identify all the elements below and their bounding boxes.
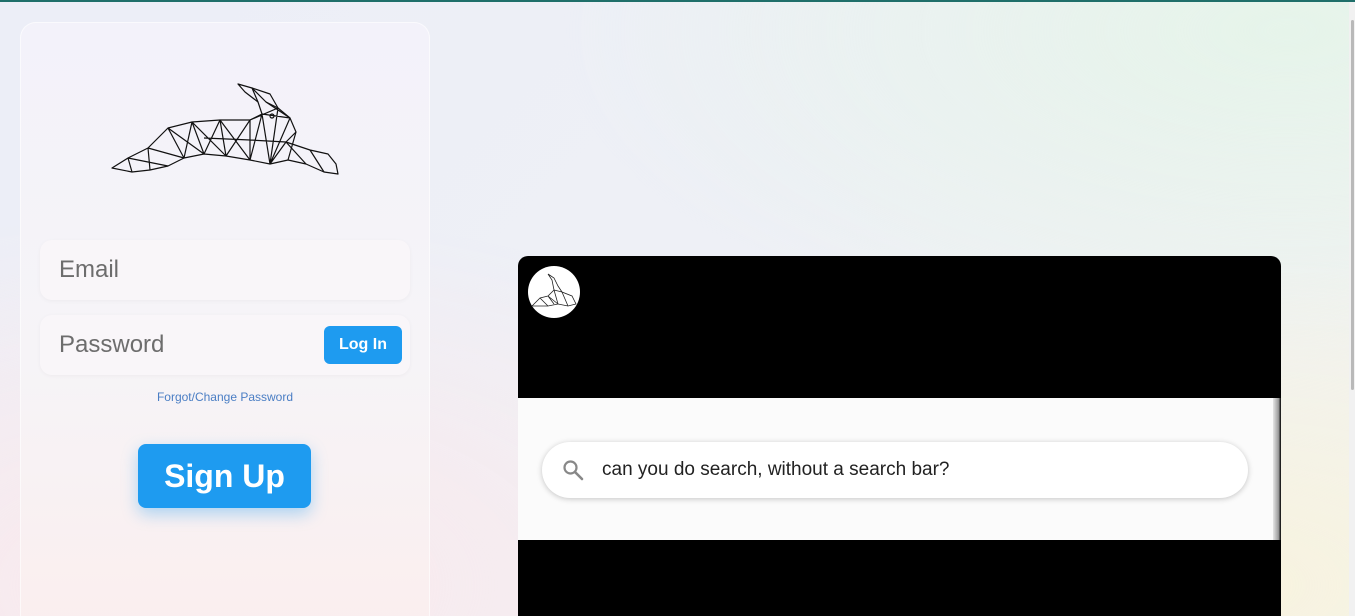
login-panel: Log In Forgot/Change Password Sign Up bbox=[20, 22, 430, 616]
channel-avatar[interactable] bbox=[528, 266, 580, 318]
video-frame: can you do search, without a search bar? bbox=[518, 398, 1281, 540]
search-icon bbox=[563, 460, 584, 481]
forgot-password-link[interactable]: Forgot/Change Password bbox=[20, 390, 430, 404]
video-search-bar: can you do search, without a search bar? bbox=[542, 442, 1248, 498]
email-field-wrapper bbox=[40, 240, 410, 300]
search-query-text: can you do search, without a search bar? bbox=[602, 459, 950, 480]
log-in-button[interactable]: Log In bbox=[324, 326, 402, 364]
sign-up-button[interactable]: Sign Up bbox=[138, 444, 311, 508]
video-player[interactable]: can you do search, without a search bar? bbox=[518, 256, 1281, 616]
rabbit-avatar-icon bbox=[531, 273, 577, 307]
rabbit-logo-icon bbox=[111, 83, 339, 175]
page-scrollbar[interactable] bbox=[1349, 2, 1355, 616]
email-input[interactable] bbox=[40, 240, 410, 300]
top-accent-line bbox=[0, 0, 1355, 2]
password-field-wrapper: Log In bbox=[40, 315, 410, 375]
scrollbar-thumb[interactable] bbox=[1351, 20, 1354, 390]
frame-edge bbox=[1273, 398, 1281, 540]
